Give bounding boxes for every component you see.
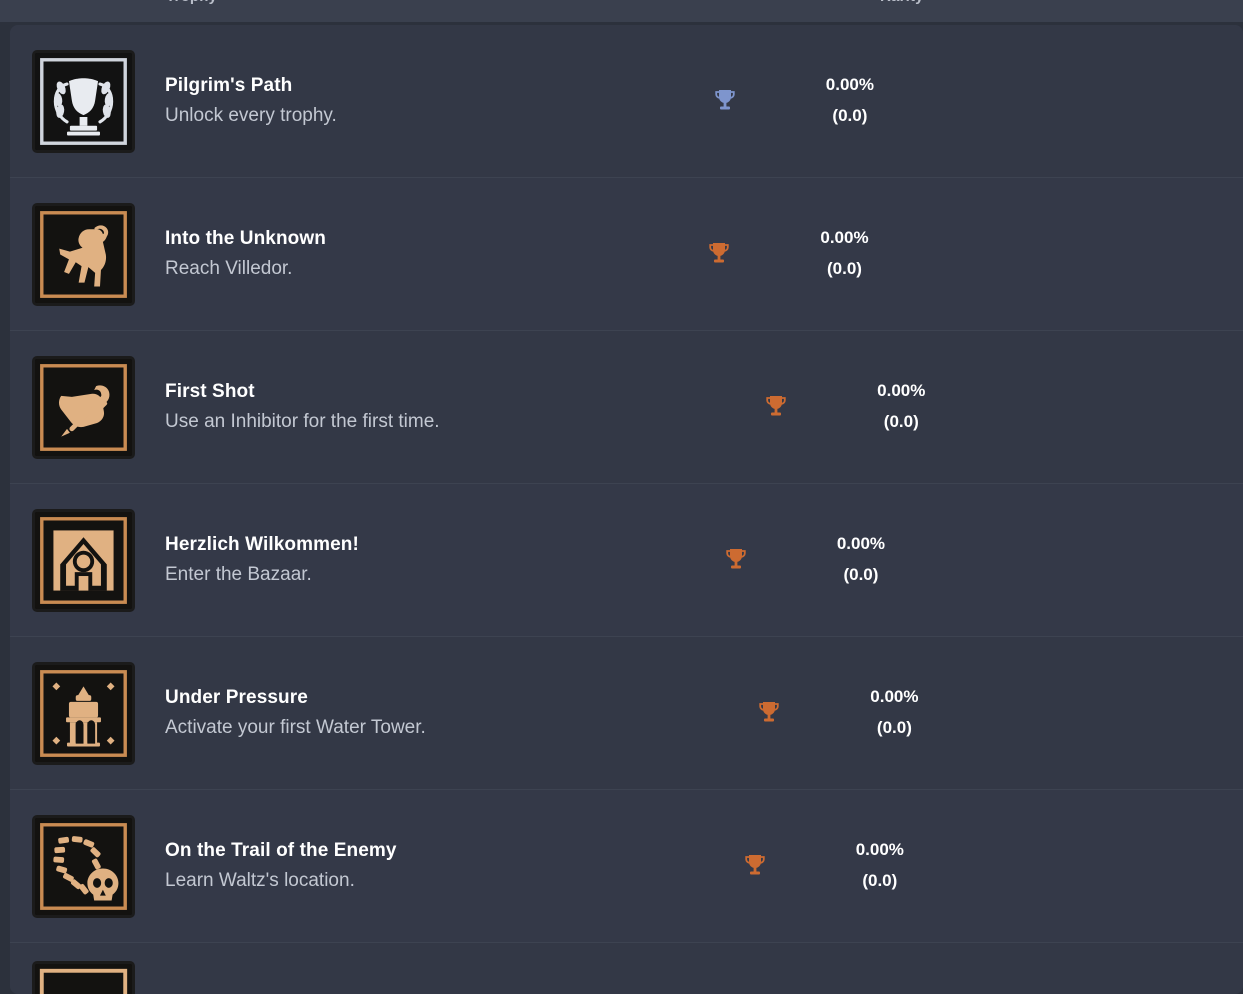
achievement-title: Herzlich Wilkommen! <box>165 533 676 557</box>
achievement-text: On the Trail of the Enemy Learn Waltz's … <box>135 839 695 893</box>
rarity-value <box>699 943 829 951</box>
table-row[interactable] <box>10 943 1243 994</box>
achievement-text: Herzlich Wilkommen! Enter the Bazaar. <box>135 533 676 587</box>
achievement-text: Into the Unknown Reach Villedor. <box>135 227 659 281</box>
trophy-icon-bronze <box>695 853 815 879</box>
table-row[interactable]: Under Pressure Activate your first Water… <box>10 637 1243 790</box>
table-row[interactable]: On the Trail of the Enemy Learn Waltz's … <box>10 790 1243 943</box>
table-row[interactable]: First Shot Use an Inhibitor for the firs… <box>10 331 1243 484</box>
rarity-count: (0.0) <box>779 258 909 281</box>
trophy-icon-platinum <box>665 88 785 114</box>
archway-building-badge-icon <box>32 509 135 612</box>
achievement-title: On the Trail of the Enemy <box>165 839 695 863</box>
column-header-rarity: Rarity <box>880 0 924 5</box>
rearing-goat-badge-icon <box>32 203 135 306</box>
table-row[interactable]: Pilgrim's Path Unlock every trophy. 0.00… <box>10 25 1243 178</box>
trophy-icon-bronze <box>676 547 796 573</box>
rarity-value: 0.00% (0.0) <box>815 839 945 893</box>
rarity-percent: 0.00% <box>785 74 915 97</box>
achievement-list-page: Trophy Rarity <box>0 0 1243 994</box>
achievement-description: Enter the Bazaar. <box>165 563 676 587</box>
rarity-percent: 0.00% <box>829 686 959 709</box>
skull-footprints-badge-icon <box>32 815 135 918</box>
achievement-text: Under Pressure Activate your first Water… <box>135 686 709 740</box>
trophy-icon-bronze <box>716 394 836 420</box>
rarity-count: (0.0) <box>785 105 915 128</box>
achievement-title: First Shot <box>165 380 716 404</box>
partial-badge-icon <box>32 961 135 994</box>
table-row[interactable]: Into the Unknown Reach Villedor. 0.00% (… <box>10 178 1243 331</box>
achievement-text: Pilgrim's Path Unlock every trophy. <box>135 74 665 128</box>
achievement-title: Into the Unknown <box>165 227 659 251</box>
achievement-text <box>135 943 579 949</box>
rarity-percent: 0.00% <box>796 533 926 556</box>
trophy-icon-bronze <box>659 241 779 267</box>
rarity-value: 0.00% (0.0) <box>836 380 966 434</box>
rarity-value: 0.00% (0.0) <box>779 227 909 281</box>
achievement-description: Reach Villedor. <box>165 257 659 281</box>
rarity-count: (0.0) <box>829 717 959 740</box>
trophy-laurel-badge-icon <box>32 50 135 153</box>
rarity-percent: 0.00% <box>836 380 966 403</box>
rarity-value: 0.00% (0.0) <box>829 686 959 740</box>
achievement-text: First Shot Use an Inhibitor for the firs… <box>135 380 716 434</box>
achievement-description: Activate your first Water Tower. <box>165 716 709 740</box>
rarity-count: (0.0) <box>815 870 945 893</box>
table-row[interactable]: Herzlich Wilkommen! Enter the Bazaar. 0.… <box>10 484 1243 637</box>
rarity-count: (0.0) <box>796 564 926 587</box>
achievement-list[interactable]: Pilgrim's Path Unlock every trophy. 0.00… <box>10 25 1243 994</box>
column-header-trophy: Trophy <box>166 0 217 5</box>
rarity-count: (0.0) <box>836 411 966 434</box>
achievement-description: Learn Waltz's location. <box>165 869 695 893</box>
achievement-description: Unlock every trophy. <box>165 104 665 128</box>
achievement-title: Under Pressure <box>165 686 709 710</box>
achievement-title: Pilgrim's Path <box>165 74 665 98</box>
rarity-percent: 0.00% <box>779 227 909 250</box>
trophy-icon-bronze <box>709 700 829 726</box>
rarity-value: 0.00% (0.0) <box>796 533 926 587</box>
hand-syringe-badge-icon <box>32 356 135 459</box>
water-tower-badge-icon <box>32 662 135 765</box>
column-header-strip: Trophy Rarity <box>0 0 1243 22</box>
achievement-description: Use an Inhibitor for the first time. <box>165 410 716 434</box>
rarity-percent: 0.00% <box>815 839 945 862</box>
rarity-value: 0.00% (0.0) <box>785 74 915 128</box>
